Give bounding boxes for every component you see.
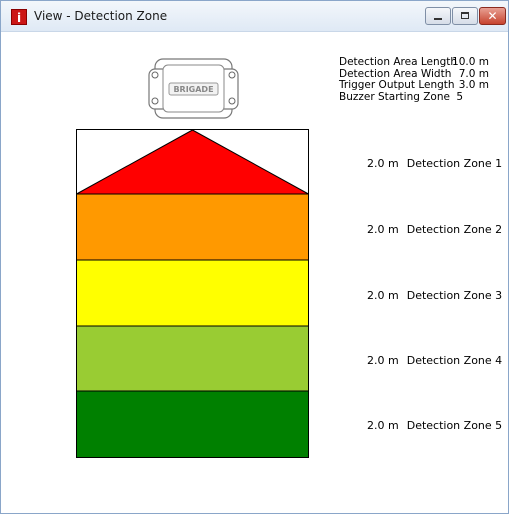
- zone-length: 2.0 m: [367, 354, 399, 367]
- spec-row: Detection Area Length 10.0 m: [339, 56, 489, 69]
- spec-value: 5: [456, 90, 463, 103]
- close-icon: ✕: [487, 9, 498, 23]
- specs-panel: Detection Area Length 10.0 m Detection A…: [339, 56, 489, 104]
- info-app-icon[interactable]: i: [11, 9, 27, 25]
- zone-label-1: 2.0 m Detection Zone 1: [367, 157, 502, 170]
- minimize-button[interactable]: [425, 7, 451, 25]
- maximize-icon: [461, 12, 469, 19]
- maximize-button[interactable]: [452, 7, 478, 25]
- minimize-icon: [434, 18, 442, 20]
- zone-label-3: 2.0 m Detection Zone 3: [367, 289, 502, 302]
- zone-length: 2.0 m: [367, 289, 399, 302]
- zone-name: Detection Zone 2: [406, 223, 503, 236]
- zone-label-5: 2.0 m Detection Zone 5: [367, 419, 502, 432]
- spec-label: Detection Area Length: [339, 56, 458, 68]
- zone-length: 2.0 m: [367, 419, 399, 432]
- zone-label-4: 2.0 m Detection Zone 4: [367, 354, 502, 367]
- zone-length: 2.0 m: [367, 223, 399, 236]
- zone-2-shape: [76, 193, 309, 261]
- spec-row: Trigger Output Length 3.0 m: [339, 79, 489, 92]
- spec-label: Buzzer Starting Zone: [339, 90, 450, 103]
- spec-value: 3.0 m: [458, 79, 489, 91]
- zone-name: Detection Zone 5: [406, 419, 503, 432]
- device-brand-label: BRIGADE: [173, 85, 213, 94]
- window-title: View - Detection Zone: [34, 9, 168, 23]
- zone-label-2: 2.0 m Detection Zone 2: [367, 223, 502, 236]
- spec-label: Trigger Output Length: [339, 79, 455, 91]
- spec-row: Buzzer Starting Zone 5: [339, 90, 489, 104]
- zone-3-shape: [76, 259, 309, 327]
- detection-zone-diagram: [76, 129, 309, 458]
- zone-4-shape: [76, 325, 309, 392]
- zone-name: Detection Zone 3: [406, 289, 503, 302]
- sensor-device-icon: BRIGADE: [148, 58, 239, 119]
- zone-name: Detection Zone 1: [406, 157, 503, 170]
- close-button[interactable]: ✕: [479, 7, 506, 25]
- zone-length: 2.0 m: [367, 157, 399, 170]
- zone-5-shape: [76, 390, 309, 458]
- zone-name: Detection Zone 4: [406, 354, 503, 367]
- detection-zone-window: i View - Detection Zone ✕ BRIGADE Detect…: [0, 0, 509, 514]
- title-bar[interactable]: i View - Detection Zone ✕: [1, 1, 508, 32]
- spec-value: 10.0 m: [452, 56, 489, 68]
